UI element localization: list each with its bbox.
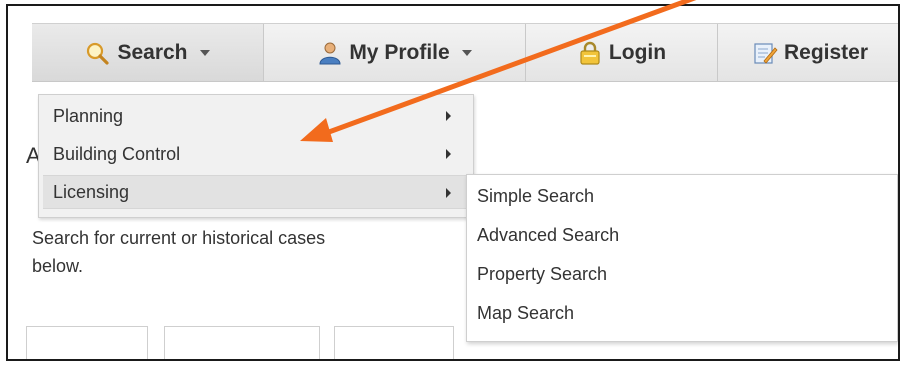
nav-register-button[interactable]: Register — [718, 24, 898, 81]
nav-my-profile-button[interactable]: My Profile — [264, 24, 526, 81]
submenu-item-property-search[interactable]: Property Search — [477, 257, 607, 291]
nav-login-label: Login — [608, 40, 667, 64]
pencil-notepad-icon — [752, 41, 778, 65]
menu-item-planning[interactable]: Planning — [43, 99, 469, 133]
menu-item-label: Planning — [53, 105, 124, 126]
nav-search-button[interactable]: Search — [32, 24, 264, 81]
lock-icon — [577, 41, 603, 65]
menu-item-building-control[interactable]: Building Control — [43, 137, 469, 171]
search-dropdown-menu: Planning Building Control Licensing — [38, 94, 474, 218]
submenu-item-simple-search[interactable]: Simple Search — [477, 179, 594, 213]
chevron-right-icon — [446, 111, 451, 121]
screenshot-frame: A Search for current or historical cases… — [6, 4, 900, 361]
menu-item-licensing[interactable]: Licensing — [43, 175, 469, 209]
menu-item-label: Licensing — [53, 181, 130, 202]
magnifier-icon — [85, 41, 111, 65]
licensing-submenu: Simple Search Advanced Search Property S… — [466, 174, 898, 342]
chevron-right-icon — [446, 149, 451, 159]
menu-item-label: Building Control — [53, 143, 181, 164]
chevron-down-icon — [199, 49, 210, 56]
chevron-down-icon — [461, 49, 472, 56]
submenu-item-advanced-search[interactable]: Advanced Search — [477, 218, 619, 252]
nav-login-button[interactable]: Login — [526, 24, 718, 81]
chevron-right-icon — [446, 188, 451, 198]
nav-register-label: Register — [783, 40, 869, 64]
tab-box[interactable] — [334, 326, 454, 359]
tab-box[interactable] — [26, 326, 148, 359]
nav-search-label: Search — [117, 40, 188, 64]
tab-box[interactable] — [164, 326, 320, 359]
nav-my-profile-label: My Profile — [349, 40, 450, 64]
main-navbar: Search My Profile Login Register — [32, 23, 898, 82]
submenu-item-map-search[interactable]: Map Search — [477, 296, 574, 330]
user-icon — [317, 41, 343, 65]
